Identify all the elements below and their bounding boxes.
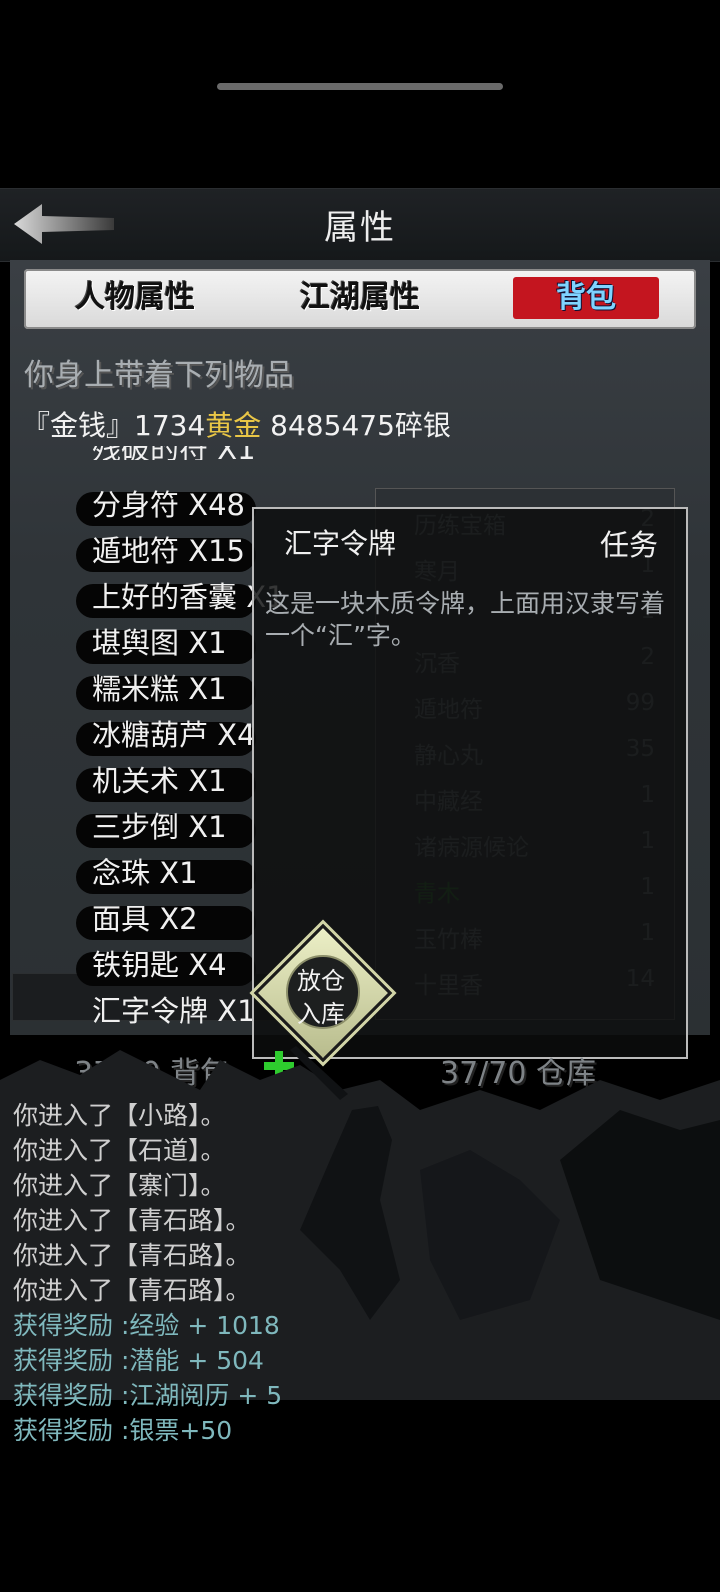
list-item[interactable]: 糯米糕 X1 bbox=[92, 666, 227, 708]
store-label-line1: 放仓 bbox=[297, 967, 345, 995]
list-item[interactable]: 三步倒 X1 bbox=[92, 804, 227, 846]
inventory-heading: 你身上带着下列物品 bbox=[24, 358, 294, 393]
list-item[interactable]: 遁地符 X15 bbox=[92, 528, 245, 570]
log-line: 你进入了【青石路】。 bbox=[13, 1206, 251, 1235]
list-item[interactable]: 堪舆图 X1 bbox=[92, 620, 227, 662]
log-line: 获得奖励 :经验 + 1018 bbox=[13, 1311, 280, 1340]
list-item[interactable]: 冰糖葫芦 X4 bbox=[92, 712, 256, 754]
popup-item-type: 任务 bbox=[600, 528, 659, 562]
list-item-label: 残破的符 X1 bbox=[92, 446, 256, 460]
popup-item-name: 汇字令牌 bbox=[284, 527, 397, 560]
clipped-item-row: 残破的符 X1 bbox=[76, 446, 276, 460]
popup-item-description: 这是一块木质令牌，上面用汉隶写着一个“汇”字。 bbox=[265, 589, 666, 650]
money-prefix: 『金钱』1734 bbox=[22, 409, 206, 442]
tab-character-attributes[interactable]: 人物属性 bbox=[60, 277, 210, 319]
list-item[interactable]: 念珠 X1 bbox=[92, 850, 198, 892]
log-line: 你进入了【寨门】。 bbox=[13, 1171, 226, 1200]
list-item[interactable]: 面具 X2 bbox=[92, 896, 198, 938]
page-title: 属性 bbox=[324, 208, 396, 248]
log-line: 你进入了【小路】。 bbox=[13, 1101, 226, 1130]
gold-label: 黄金 bbox=[205, 409, 262, 442]
list-item[interactable]: 铁钥匙 X4 bbox=[92, 942, 227, 984]
money-line: 『金钱』1734黄金 8485475碎银 bbox=[22, 404, 451, 444]
tab-backpack[interactable]: 背包 bbox=[513, 277, 659, 319]
tab-jianghu-attributes[interactable]: 江湖属性 bbox=[285, 277, 435, 319]
log-line: 获得奖励 :银票+50 bbox=[13, 1416, 233, 1445]
log-line: 你进入了【青石路】。 bbox=[13, 1276, 251, 1305]
list-item[interactable]: 分身符 X48 bbox=[92, 482, 245, 524]
log-line: 你进入了【青石路】。 bbox=[13, 1241, 251, 1270]
money-suffix: 8485475碎银 bbox=[261, 409, 451, 442]
log-line: 你进入了【石道】。 bbox=[13, 1136, 226, 1165]
home-indicator bbox=[217, 83, 503, 90]
log-line: 获得奖励 :江湖阅历 + 5 bbox=[13, 1381, 283, 1410]
log-line: 获得奖励 :潜能 + 504 bbox=[13, 1346, 264, 1375]
list-item[interactable]: 机关术 X1 bbox=[92, 758, 227, 800]
